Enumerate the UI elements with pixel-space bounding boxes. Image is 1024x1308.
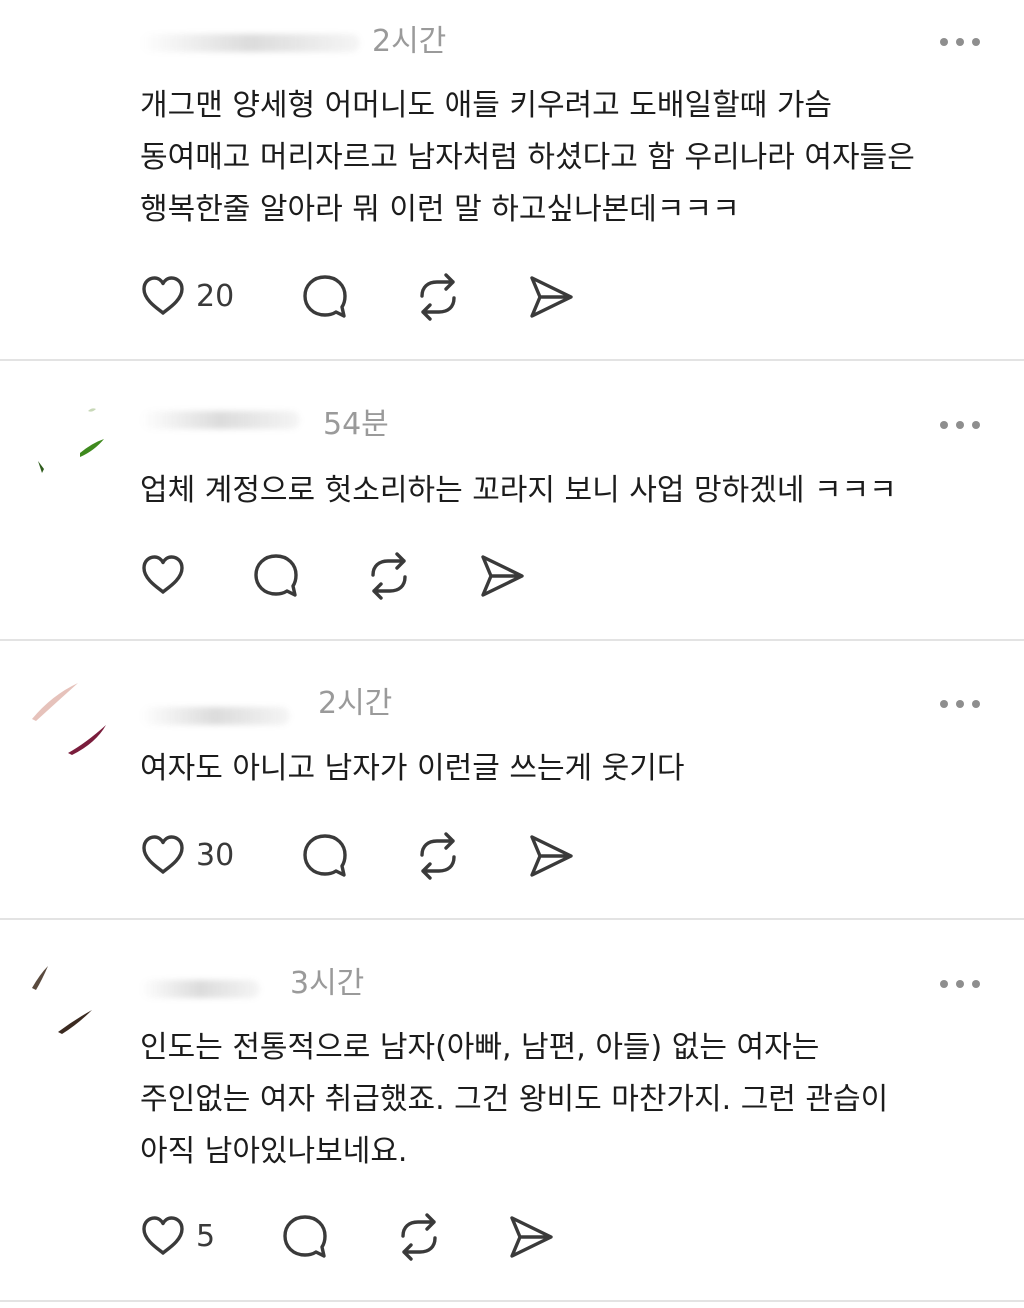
comment-bubble-icon — [254, 554, 298, 597]
comment-button[interactable] — [300, 272, 350, 322]
comment-bubble-icon — [283, 1215, 327, 1258]
like-button[interactable]: 5 — [138, 1212, 215, 1262]
username-redacted[interactable] — [140, 707, 290, 725]
action-bar: 5 — [138, 1212, 638, 1262]
comment-text: 인도는 전통적으로 남자(아빠, 남편, 아들) 없는 여자는 주인없는 여자 … — [140, 1022, 1000, 1178]
more-options-icon — [940, 700, 948, 708]
comment-text: 여자도 아니고 남자가 이런글 쓰는게 웃기다 — [140, 743, 1000, 795]
like-count: 30 — [196, 838, 235, 873]
more-options-button[interactable] — [940, 36, 980, 48]
comment-item: 54분 업체 계정으로 헛소리하는 꼬라지 보니 사업 망하겠네 ㅋㅋㅋ — [0, 361, 1024, 639]
avatar[interactable] — [28, 677, 108, 757]
comment-text-line: 행복한줄 알아라 뭐 이런 말 하고싶나본데ㅋㅋㅋ — [140, 192, 740, 227]
comment-item: 2시간 여자도 아니고 남자가 이런글 쓰는게 웃기다 30 — [0, 641, 1024, 918]
username-redacted[interactable] — [140, 980, 260, 998]
share-button[interactable] — [526, 272, 576, 322]
action-bar: 20 — [138, 272, 638, 322]
send-icon — [530, 835, 573, 877]
username-redacted[interactable] — [140, 411, 300, 429]
comment-text-line: 아직 남아있나보네요. — [140, 1134, 408, 1169]
heart-icon — [142, 276, 184, 315]
like-button[interactable] — [138, 551, 196, 601]
comment-button[interactable] — [251, 551, 301, 601]
repost-icon — [420, 273, 456, 321]
like-count: 5 — [196, 1219, 216, 1254]
more-options-button[interactable] — [940, 698, 980, 710]
share-button[interactable] — [506, 1212, 556, 1262]
like-button[interactable]: 30 — [138, 831, 234, 881]
comment-text-line: 동여매고 머리자르고 남자처럼 하셨다고 함 우리나라 여자들은 — [140, 140, 915, 175]
comment-text: 개그맨 양세형 어머니도 애들 키우려고 도배일할때 가슴 동여매고 머리자르고… — [140, 80, 1000, 236]
avatar[interactable] — [28, 960, 108, 1040]
repost-button[interactable] — [413, 831, 463, 881]
comment-text-line: 인도는 전통적으로 남자(아빠, 남편, 아들) 없는 여자는 — [140, 1030, 820, 1065]
like-button[interactable]: 20 — [138, 272, 234, 322]
comment-text-line: 업체 계정으로 헛소리하는 꼬라지 보니 사업 망하겠네 ㅋㅋㅋ — [140, 473, 897, 508]
repost-button[interactable] — [364, 551, 414, 601]
repost-button[interactable] — [394, 1212, 444, 1262]
like-count: 20 — [196, 279, 235, 314]
more-options-icon — [940, 980, 948, 988]
username-redacted[interactable] — [140, 34, 360, 52]
action-bar — [138, 551, 638, 601]
comment-text-line: 개그맨 양세형 어머니도 애들 키우려고 도배일할때 가슴 — [140, 88, 833, 123]
comment-feed: 2시간 개그맨 양세형 어머니도 애들 키우려고 도배일할때 가슴 동여매고 머… — [0, 0, 1024, 1308]
post-timestamp: 2시간 — [318, 686, 393, 721]
send-icon — [481, 555, 524, 597]
comment-bubble-icon — [303, 834, 347, 877]
comment-text-line: 여자도 아니고 남자가 이런글 쓰는게 웃기다 — [140, 751, 685, 786]
comment-button[interactable] — [300, 831, 350, 881]
more-options-icon — [940, 421, 948, 429]
more-options-button[interactable] — [940, 978, 980, 990]
repost-button[interactable] — [413, 272, 463, 322]
comment-text-line: 주인없는 여자 취급했죠. 그건 왕비도 마찬가지. 그런 관습이 — [140, 1082, 889, 1117]
repost-icon — [401, 1213, 437, 1261]
heart-icon — [142, 555, 184, 594]
comment-item: 2시간 개그맨 양세형 어머니도 애들 키우려고 도배일할때 가슴 동여매고 머… — [0, 0, 1024, 360]
post-timestamp: 2시간 — [372, 24, 447, 59]
repost-icon — [420, 832, 456, 880]
send-icon — [510, 1216, 553, 1258]
comment-button[interactable] — [280, 1212, 330, 1262]
comment-text: 업체 계정으로 헛소리하는 꼬라지 보니 사업 망하겠네 ㅋㅋㅋ — [140, 465, 1000, 517]
comment-bubble-icon — [303, 275, 347, 318]
more-options-button[interactable] — [940, 419, 980, 431]
heart-icon — [142, 835, 184, 874]
share-button[interactable] — [477, 551, 527, 601]
repost-icon — [371, 552, 407, 600]
post-divider — [0, 1300, 1024, 1302]
avatar[interactable] — [28, 401, 108, 481]
send-icon — [530, 276, 573, 318]
share-button[interactable] — [526, 831, 576, 881]
post-timestamp: 3시간 — [290, 966, 365, 1001]
comment-item: 3시간 인도는 전통적으로 남자(아빠, 남편, 아들) 없는 여자는 주인없는… — [0, 920, 1024, 1308]
post-timestamp: 54분 — [323, 407, 389, 442]
more-options-icon — [940, 38, 948, 46]
heart-icon — [142, 1216, 184, 1255]
action-bar: 30 — [138, 831, 638, 881]
